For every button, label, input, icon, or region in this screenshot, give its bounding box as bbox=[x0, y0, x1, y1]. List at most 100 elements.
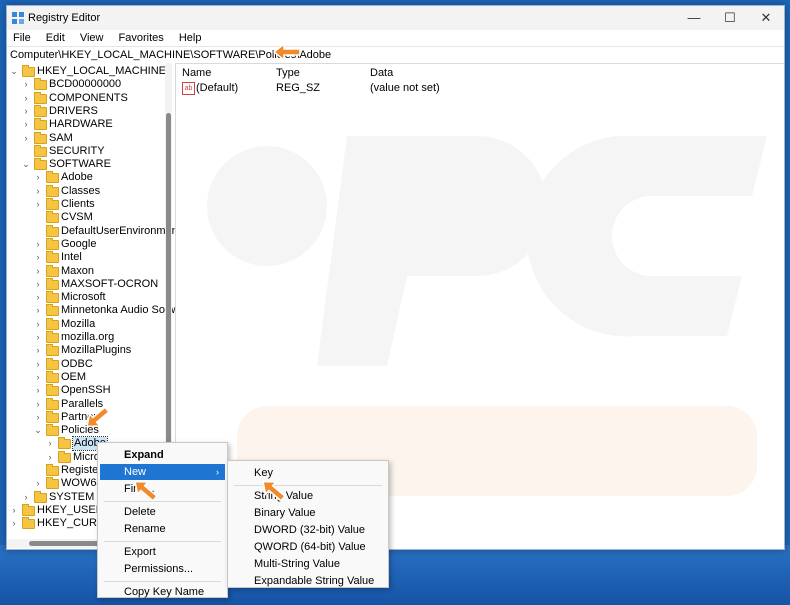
tree-item[interactable]: › DRIVERS bbox=[7, 104, 175, 118]
tree-item[interactable]: CVSM bbox=[7, 211, 175, 224]
chevron-right-icon[interactable]: › bbox=[9, 504, 19, 517]
context-menu-item-rename[interactable]: Rename bbox=[100, 521, 225, 537]
value-data: (value not set) bbox=[370, 82, 440, 94]
chevron-right-icon[interactable]: › bbox=[21, 132, 31, 145]
chevron-right-icon[interactable]: › bbox=[33, 344, 43, 357]
tree-item[interactable]: › MozillaPlugins bbox=[7, 344, 175, 357]
chevron-down-icon[interactable]: ⌄ bbox=[21, 158, 31, 171]
chevron-down-icon[interactable]: ⌄ bbox=[9, 65, 19, 78]
chevron-right-icon[interactable]: › bbox=[33, 371, 43, 384]
tree-item[interactable]: DefaultUserEnvironment bbox=[7, 224, 175, 238]
new-submenu-item-expandable-string-value[interactable]: Expandable String Value bbox=[230, 573, 386, 589]
tree-item[interactable]: › BCD00000000 bbox=[7, 78, 175, 91]
tree-item[interactable]: › Adobe bbox=[7, 171, 175, 184]
context-menu-item-export[interactable]: Export bbox=[100, 544, 225, 560]
tree-item[interactable]: › MAXSOFT-OCRON bbox=[7, 277, 175, 291]
column-header-type[interactable]: Type bbox=[276, 67, 300, 79]
menu-separator bbox=[104, 581, 221, 582]
folder-icon bbox=[46, 251, 59, 264]
chevron-right-icon[interactable]: › bbox=[33, 265, 43, 278]
tree-item[interactable]: › Mozilla bbox=[7, 317, 175, 331]
chevron-right-icon[interactable]: › bbox=[33, 331, 43, 344]
chevron-right-icon[interactable]: › bbox=[33, 318, 43, 331]
tree-item[interactable]: › Intel bbox=[7, 251, 175, 264]
chevron-right-icon[interactable]: › bbox=[33, 358, 43, 371]
chevron-right-icon[interactable]: › bbox=[33, 384, 43, 397]
tree-item[interactable]: ⌄ HKEY_LOCAL_MACHINE bbox=[7, 65, 175, 78]
chevron-right-icon[interactable]: › bbox=[33, 171, 43, 184]
tree-item[interactable]: › Microsoft bbox=[7, 291, 175, 304]
chevron-down-icon[interactable]: ⌄ bbox=[33, 424, 43, 437]
menu-help[interactable]: Help bbox=[173, 30, 208, 46]
close-button[interactable]: ✕ bbox=[748, 6, 784, 30]
maximize-button[interactable]: ☐ bbox=[712, 6, 748, 30]
chevron-right-icon[interactable]: › bbox=[33, 198, 43, 211]
chevron-right-icon[interactable]: › bbox=[33, 238, 43, 251]
column-header-name[interactable]: Name bbox=[182, 67, 211, 79]
context-menu-item-permissions[interactable]: Permissions... bbox=[100, 561, 225, 577]
new-submenu-item-string-value[interactable]: String Value bbox=[230, 488, 386, 504]
new-submenu-item-dword-32-bit-value[interactable]: DWORD (32-bit) Value bbox=[230, 522, 386, 538]
tree-item[interactable]: › Minnetonka Audio Softw bbox=[7, 304, 175, 317]
folder-icon bbox=[22, 517, 35, 530]
tree-item[interactable]: › mozilla.org bbox=[7, 331, 175, 344]
annotation-arrow-address bbox=[272, 42, 301, 62]
folder-icon bbox=[46, 357, 59, 370]
menu-edit[interactable]: Edit bbox=[40, 30, 71, 46]
chevron-right-icon[interactable]: › bbox=[21, 78, 31, 91]
context-menu-item-copy-key-name[interactable]: Copy Key Name bbox=[100, 584, 225, 600]
chevron-right-icon[interactable]: › bbox=[33, 278, 43, 291]
tree-item[interactable]: › OpenSSH bbox=[7, 384, 175, 397]
tree-item-label: Classes bbox=[61, 184, 101, 197]
tree-item[interactable]: › COMPONENTS bbox=[7, 91, 175, 105]
folder-icon bbox=[34, 144, 47, 157]
chevron-right-icon[interactable]: › bbox=[45, 437, 55, 450]
chevron-right-icon[interactable]: › bbox=[45, 451, 55, 464]
chevron-right-icon[interactable]: › bbox=[21, 105, 31, 118]
context-menu-item-new[interactable]: New › bbox=[100, 464, 225, 480]
chevron-right-icon[interactable]: › bbox=[33, 411, 43, 424]
chevron-right-icon[interactable]: › bbox=[21, 118, 31, 131]
folder-icon bbox=[34, 78, 47, 91]
minimize-button[interactable]: — bbox=[676, 6, 712, 30]
address-bar[interactable]: Computer\HKEY_LOCAL_MACHINE\SOFTWARE\Pol… bbox=[7, 46, 784, 64]
chevron-right-icon[interactable]: › bbox=[21, 92, 31, 105]
menu-favorites[interactable]: Favorites bbox=[113, 30, 170, 46]
chevron-right-icon[interactable]: › bbox=[33, 304, 43, 317]
menu-item-label: Multi-String Value bbox=[254, 558, 340, 570]
chevron-right-icon[interactable]: › bbox=[9, 517, 19, 530]
new-submenu-item-binary-value[interactable]: Binary Value bbox=[230, 505, 386, 521]
new-submenu-item-key[interactable]: Key bbox=[230, 465, 386, 481]
tree-item[interactable]: ⌄ SOFTWARE bbox=[7, 158, 175, 171]
tree-item[interactable]: › ODBC bbox=[7, 357, 175, 371]
tree-item-label: SAM bbox=[49, 131, 73, 144]
new-submenu-item-multi-string-value[interactable]: Multi-String Value bbox=[230, 556, 386, 572]
tree-item[interactable]: › Clients bbox=[7, 198, 175, 211]
chevron-right-icon[interactable]: › bbox=[33, 291, 43, 304]
chevron-right-icon[interactable]: › bbox=[21, 491, 31, 504]
tree-item[interactable]: › Google bbox=[7, 237, 175, 251]
tree-item[interactable]: › SAM bbox=[7, 131, 175, 145]
tree-item[interactable]: › Classes bbox=[7, 184, 175, 198]
tree-item[interactable]: › OEM bbox=[7, 370, 175, 384]
context-menu-item-delete[interactable]: Delete bbox=[100, 504, 225, 520]
chevron-right-icon[interactable]: › bbox=[33, 477, 43, 490]
tree-item[interactable]: SECURITY bbox=[7, 144, 175, 158]
folder-icon bbox=[46, 211, 59, 224]
value-name[interactable]: (Default) bbox=[196, 82, 238, 94]
chevron-right-icon[interactable]: › bbox=[33, 398, 43, 411]
folder-icon bbox=[46, 424, 59, 437]
chevron-right-icon[interactable]: › bbox=[33, 251, 43, 264]
menu-view[interactable]: View bbox=[74, 30, 110, 46]
column-header-data[interactable]: Data bbox=[370, 67, 393, 79]
tree-item[interactable]: › Maxon bbox=[7, 264, 175, 278]
menu-file[interactable]: File bbox=[7, 30, 37, 46]
context-menu-item-find[interactable]: Find... bbox=[100, 481, 225, 497]
context-menu-item-expand[interactable]: Expand bbox=[100, 447, 225, 463]
tree-item[interactable]: › HARDWARE bbox=[7, 118, 175, 131]
tree-item-label: Intel bbox=[61, 251, 82, 264]
tree-item-label: OpenSSH bbox=[61, 384, 111, 397]
chevron-right-icon[interactable]: › bbox=[33, 185, 43, 198]
new-submenu-item-qword-64-bit-value[interactable]: QWORD (64-bit) Value bbox=[230, 539, 386, 555]
tree-scroll-thumb[interactable] bbox=[166, 113, 171, 493]
